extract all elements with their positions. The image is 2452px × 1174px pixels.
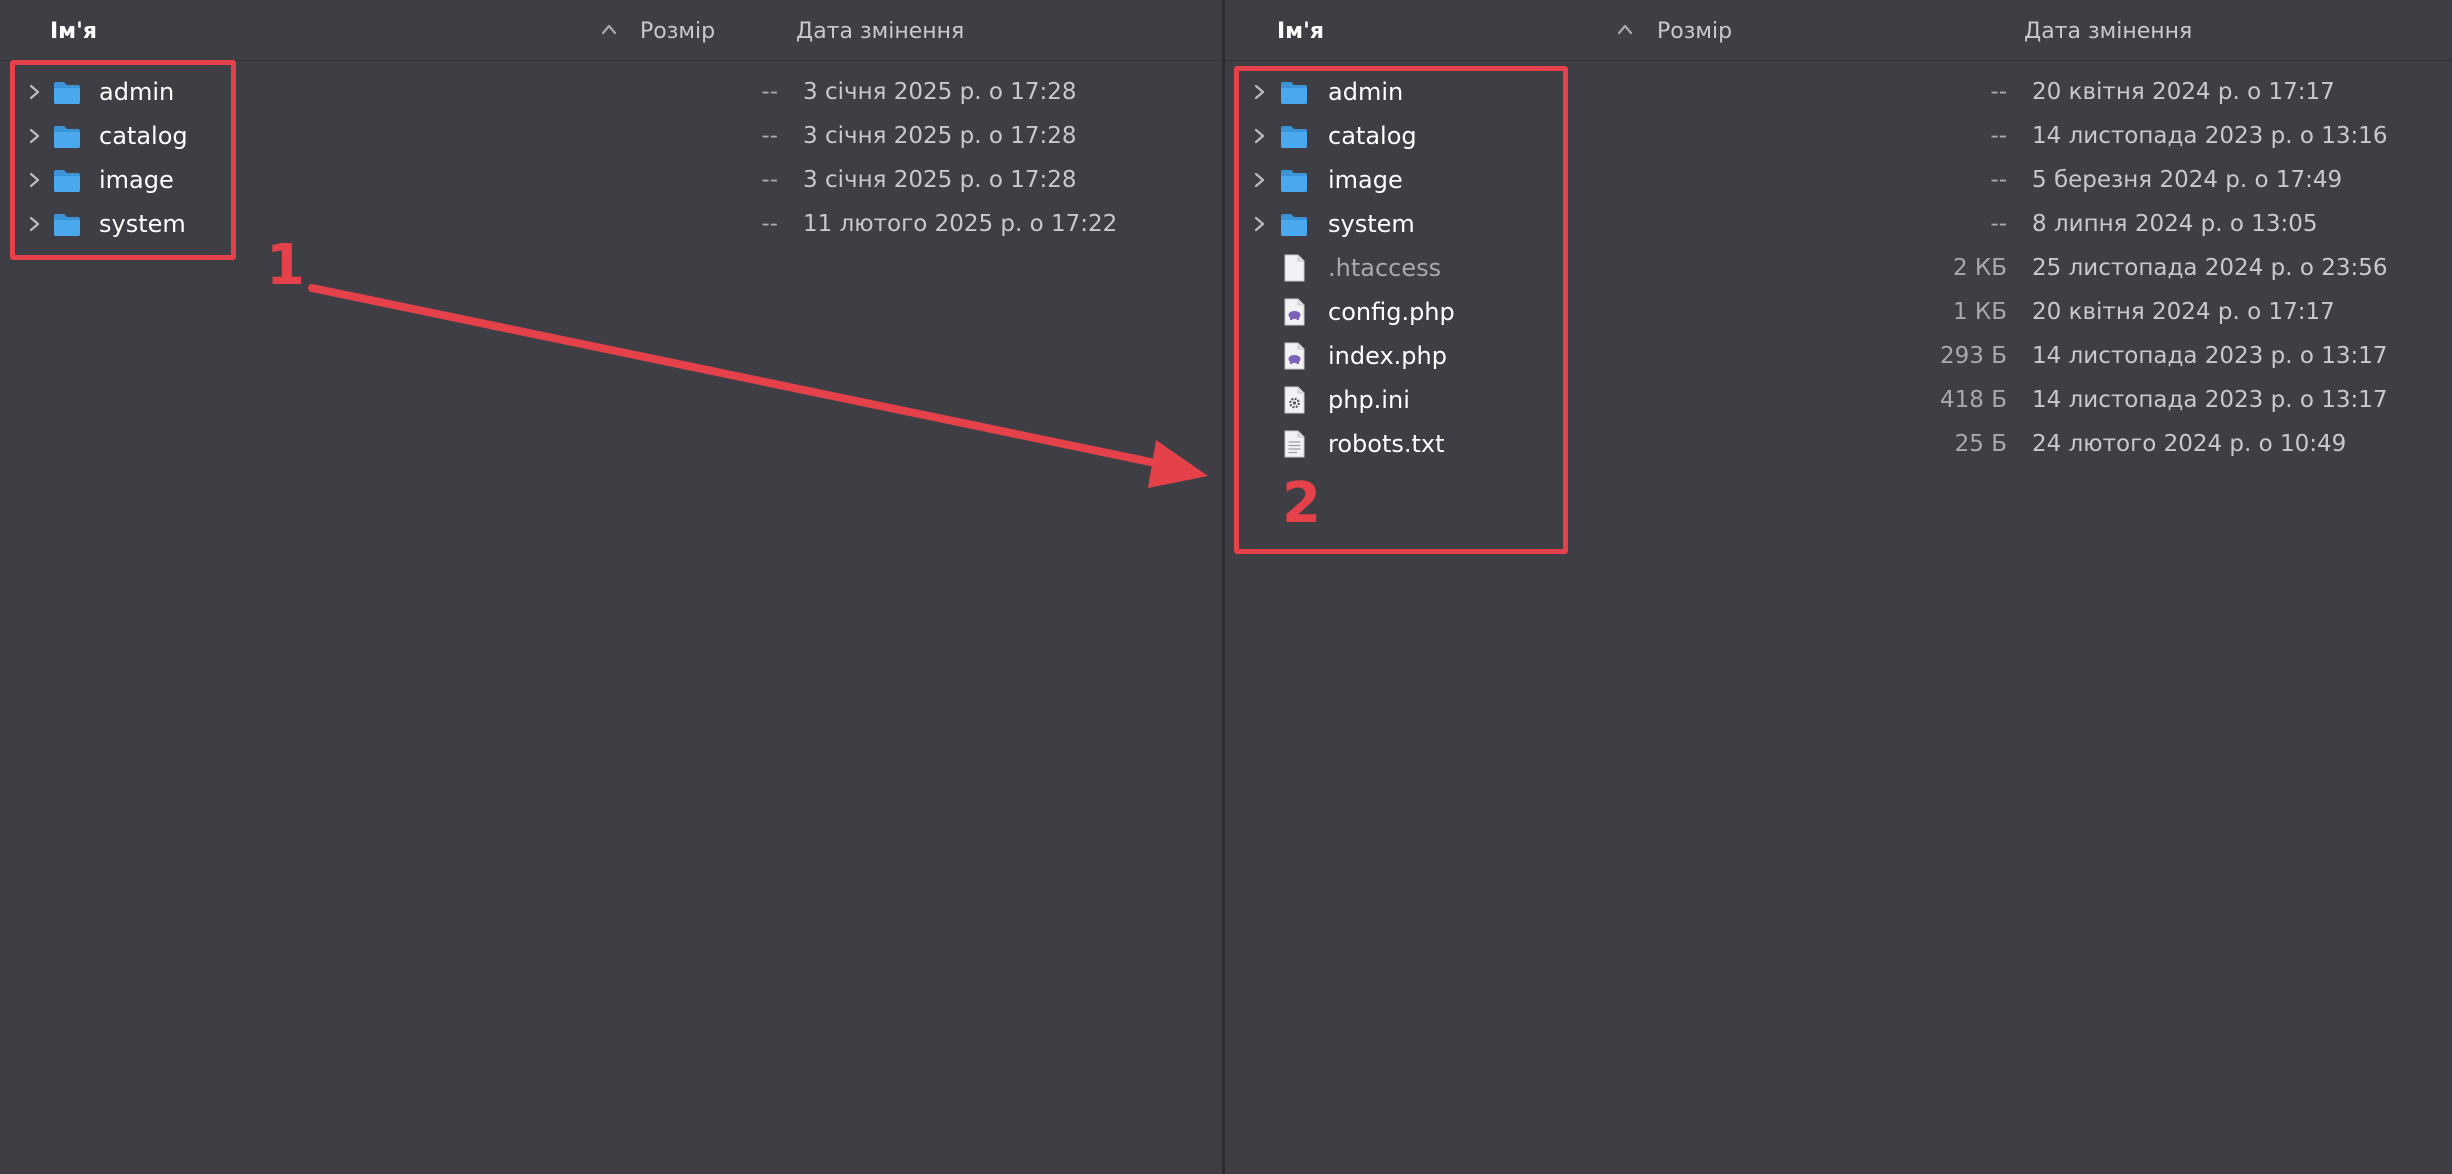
- list-item[interactable]: robots.txt 25 Б 24 лютого 2024 р. о 10:49: [1225, 422, 2452, 466]
- file-name: robots.txt: [1328, 430, 1445, 458]
- file-name: image: [1328, 166, 1403, 194]
- folder-icon: [54, 82, 80, 104]
- list-item[interactable]: php.ini 418 Б 14 листопада 2023 р. о 13:17: [1225, 378, 2452, 422]
- file-size: 293 Б: [1940, 343, 2007, 369]
- file-size: --: [1990, 167, 2007, 193]
- chevron-right-icon[interactable]: [28, 172, 40, 188]
- file-name: php.ini: [1328, 386, 1410, 414]
- php-file-icon: [1284, 342, 1305, 370]
- list-item[interactable]: index.php 293 Б 14 листопада 2023 р. о 13:…: [1225, 334, 2452, 378]
- list-item[interactable]: admin -- 20 квітня 2024 р. о 17:17: [1225, 70, 2452, 114]
- file-name: index.php: [1328, 342, 1447, 370]
- file-date: 14 листопада 2023 р. о 13:16: [2032, 123, 2388, 149]
- folder-icon: [54, 170, 80, 192]
- column-date-header[interactable]: Дата змінення: [2024, 18, 2192, 46]
- blank-file-icon: [1284, 254, 1305, 282]
- right-pane: Ім'я Розмір Дата змінення admin -- 20 квіт…: [1225, 0, 2452, 1174]
- column-name-header[interactable]: Ім'я: [1277, 18, 1324, 46]
- list-item[interactable]: system -- 11 лютого 2025 р. о 17:22: [0, 202, 1222, 246]
- chevron-right-icon[interactable]: [28, 128, 40, 144]
- chevron-right-icon[interactable]: [28, 216, 40, 232]
- left-column-header: Ім'я Розмір Дата змінення: [0, 0, 1222, 61]
- list-item[interactable]: image -- 5 березня 2024 р. о 17:49: [1225, 158, 2452, 202]
- php-file-icon: [1284, 298, 1305, 326]
- file-size: 25 Б: [1954, 431, 2007, 457]
- file-size: --: [1990, 123, 2007, 149]
- file-size: 1 КБ: [1952, 299, 2007, 325]
- column-size-header[interactable]: Розмір: [640, 18, 715, 46]
- file-name: .htaccess: [1328, 254, 1442, 282]
- folder-icon: [54, 126, 80, 148]
- column-size-header[interactable]: Розмір: [1657, 18, 1732, 46]
- file-size: --: [761, 211, 778, 237]
- folder-icon: [1281, 82, 1307, 104]
- file-date: 3 січня 2025 р. о 17:28: [803, 79, 1077, 105]
- folder-icon: [54, 214, 80, 236]
- left-pane: Ім'я Розмір Дата змінення admin -- 3 січня…: [0, 0, 1222, 1174]
- right-column-header: Ім'я Розмір Дата змінення: [1225, 0, 2452, 61]
- list-item[interactable]: admin -- 3 січня 2025 р. о 17:28: [0, 70, 1222, 114]
- list-item[interactable]: config.php 1 КБ 20 квітня 2024 р. о 17:17: [1225, 290, 2452, 334]
- file-date: 25 листопада 2024 р. о 23:56: [2032, 255, 2388, 281]
- file-size: --: [761, 79, 778, 105]
- chevron-right-icon[interactable]: [1253, 84, 1265, 100]
- file-date: 3 січня 2025 р. о 17:28: [803, 167, 1077, 193]
- file-date: 20 квітня 2024 р. о 17:17: [2032, 79, 2335, 105]
- file-name: system: [99, 210, 186, 238]
- file-date: 14 листопада 2023 р. о 13:17: [2032, 343, 2388, 369]
- file-date: 24 лютого 2024 р. о 10:49: [2032, 431, 2347, 457]
- file-date: 11 лютого 2025 р. о 17:22: [803, 211, 1118, 237]
- file-name: admin: [1328, 78, 1404, 106]
- file-size: --: [761, 167, 778, 193]
- file-date: 20 квітня 2024 р. о 17:17: [2032, 299, 2335, 325]
- file-name: catalog: [99, 122, 188, 150]
- chevron-right-icon[interactable]: [28, 84, 40, 100]
- file-date: 5 березня 2024 р. о 17:49: [2032, 167, 2343, 193]
- chevron-up-icon[interactable]: [1616, 22, 1634, 36]
- folder-icon: [1281, 126, 1307, 148]
- chevron-up-icon[interactable]: [600, 22, 618, 36]
- list-item[interactable]: image -- 3 січня 2025 р. о 17:28: [0, 158, 1222, 202]
- column-name-header[interactable]: Ім'я: [50, 18, 97, 46]
- list-item[interactable]: catalog -- 3 січня 2025 р. о 17:28: [0, 114, 1222, 158]
- file-name: admin: [99, 78, 175, 106]
- file-name: catalog: [1328, 122, 1417, 150]
- file-size: --: [1990, 211, 2007, 237]
- chevron-right-icon[interactable]: [1253, 172, 1265, 188]
- file-date: 3 січня 2025 р. о 17:28: [803, 123, 1077, 149]
- file-name: image: [99, 166, 174, 194]
- marker-2: 2: [1282, 471, 1321, 536]
- file-date: 8 липня 2024 р. о 13:05: [2032, 211, 2318, 237]
- text-file-icon: [1284, 430, 1305, 458]
- list-item[interactable]: .htaccess 2 КБ 25 листопада 2024 р. о 23:5…: [1225, 246, 2452, 290]
- file-size: 2 КБ: [1952, 255, 2007, 281]
- column-date-header[interactable]: Дата змінення: [796, 18, 964, 46]
- chevron-right-icon[interactable]: [1253, 216, 1265, 232]
- folder-icon: [1281, 170, 1307, 192]
- marker-1: 1: [266, 233, 305, 298]
- chevron-right-icon[interactable]: [1253, 128, 1265, 144]
- file-size: --: [1990, 79, 2007, 105]
- file-size: --: [761, 123, 778, 149]
- file-name: system: [1328, 210, 1415, 238]
- finder-comparison-screen: Ім'я Розмір Дата змінення admin -- 3 січня…: [0, 0, 2452, 1174]
- file-size: 418 Б: [1940, 387, 2007, 413]
- folder-icon: [1281, 214, 1307, 236]
- list-item[interactable]: system -- 8 липня 2024 р. о 13:05: [1225, 202, 2452, 246]
- list-item[interactable]: catalog -- 14 листопада 2023 р. о 13:16: [1225, 114, 2452, 158]
- gear-file-icon: [1284, 386, 1305, 414]
- file-name: config.php: [1328, 298, 1455, 326]
- file-date: 14 листопада 2023 р. о 13:17: [2032, 387, 2388, 413]
